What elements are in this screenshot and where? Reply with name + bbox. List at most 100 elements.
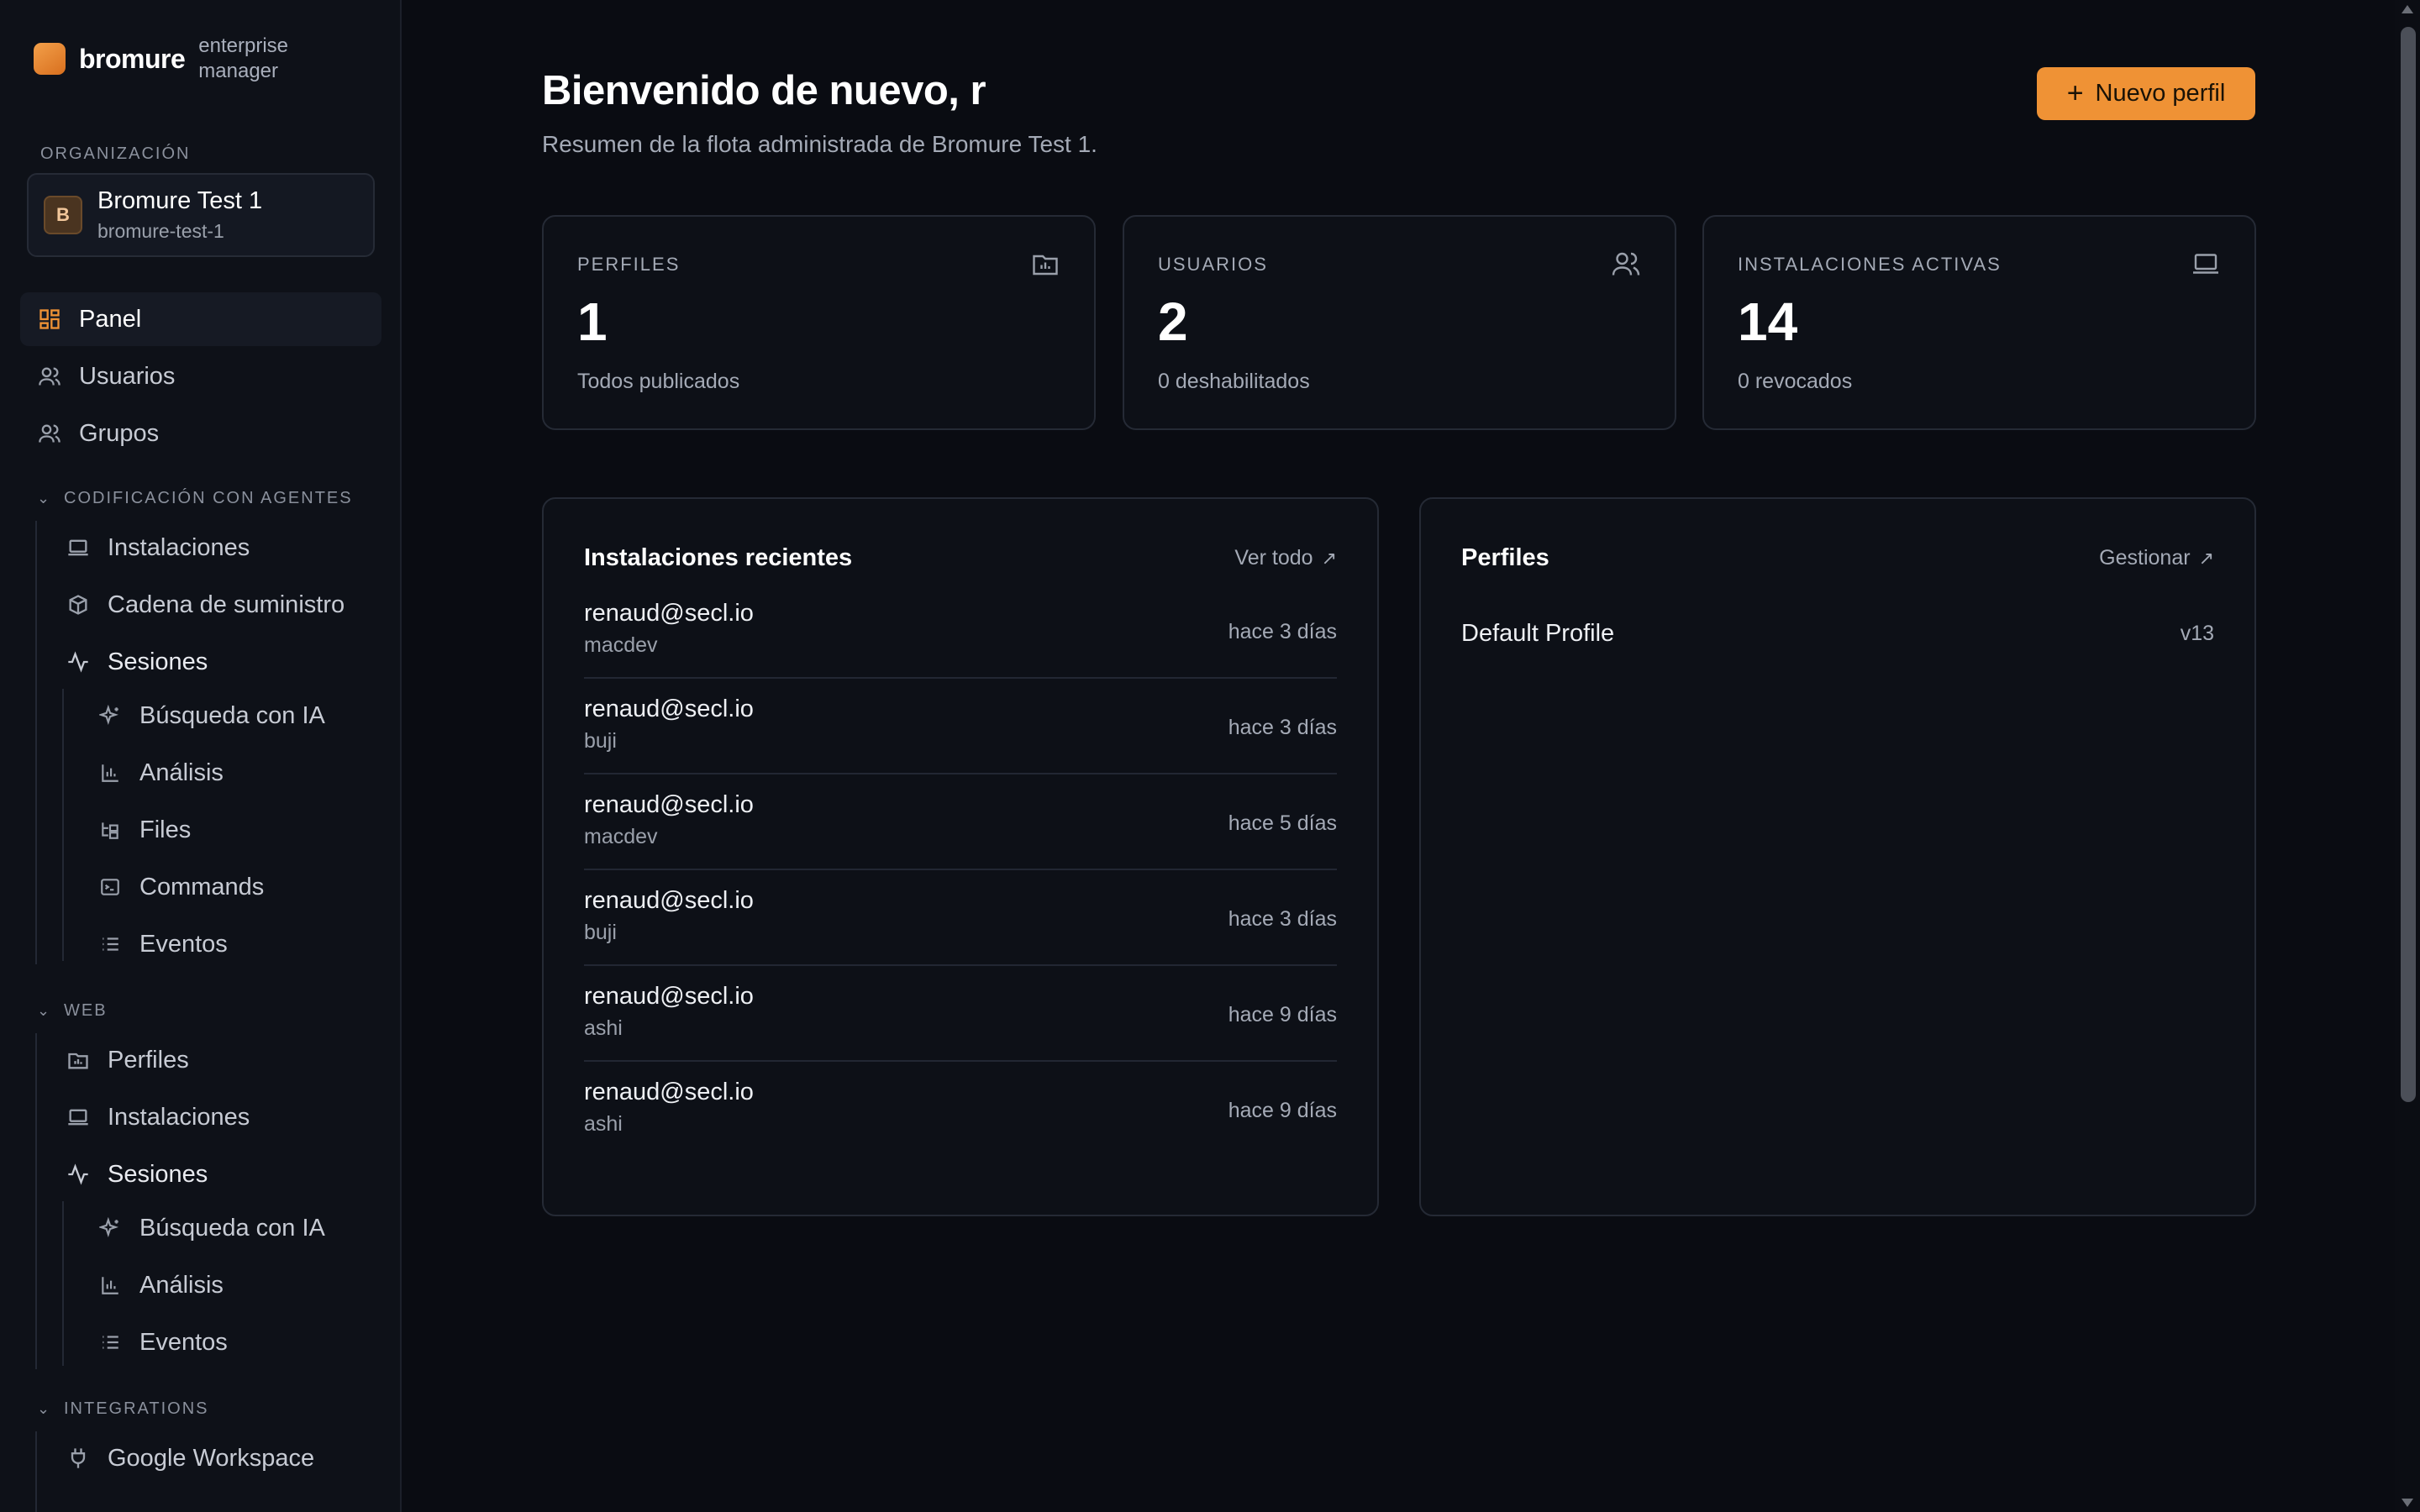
scrollbar-thumb[interactable] — [2401, 27, 2416, 1102]
sidebar-item-label: Búsqueda con IA — [139, 1214, 325, 1242]
chevron-down-icon: ⌄ — [37, 1400, 52, 1417]
sidebar-item-web-ai-search[interactable]: Búsqueda con IA — [97, 1201, 325, 1255]
sidebar-item-label: Commands — [139, 873, 265, 900]
install-row[interactable]: renaud@secl.io ashi hace 9 días — [584, 1062, 1337, 1158]
panel-title: Perfiles — [1461, 544, 1549, 571]
profile-name: Default Profile — [1461, 620, 1615, 647]
stat-card-users: USUARIOS 2 0 deshabilitados — [1123, 215, 1676, 430]
stat-value: 2 — [1158, 291, 1188, 352]
organization-switcher[interactable]: B Bromure Test 1 bromure-test-1 — [27, 173, 375, 257]
org-name: Bromure Test 1 — [97, 187, 263, 214]
sidebar-item-label: Grupos — [79, 419, 160, 447]
profile-version: v13 — [2180, 622, 2214, 645]
scroll-up-arrow[interactable] — [2402, 5, 2413, 13]
sidebar-item-label: Sesiones — [108, 1160, 208, 1188]
install-host: macdev — [584, 633, 658, 657]
chevron-down-icon: ⌄ — [37, 1002, 52, 1019]
profile-row[interactable]: Default Profile v13 — [1461, 620, 2214, 662]
arrow-up-right-icon: ↗ — [1321, 547, 1337, 569]
sidebar-item-web-profiles[interactable]: Perfiles — [66, 1033, 189, 1087]
section-rail — [35, 521, 37, 964]
install-email: renaud@secl.io — [584, 600, 754, 627]
recent-installs-panel: Instalaciones recientes Ver todo ↗ renau… — [542, 497, 1379, 1216]
profiles-panel: Perfiles Gestionar ↗ Default Profile v13 — [1419, 497, 2256, 1216]
install-row[interactable]: renaud@secl.io ashi hace 9 días — [584, 966, 1337, 1062]
install-host: ashi — [584, 1016, 623, 1040]
view-all-label: Ver todo — [1234, 546, 1313, 570]
dashboard-icon — [37, 307, 62, 332]
bar-chart-icon — [97, 1273, 123, 1298]
sidebar-item-web-sessions[interactable]: Sesiones — [66, 1147, 208, 1201]
sidebar-item-label: Usuarios — [79, 362, 176, 390]
stat-label: PERFILES — [577, 254, 681, 275]
sidebar-item-agentic-installs[interactable]: Instalaciones — [66, 521, 250, 575]
sidebar-item-web-analytics[interactable]: Análisis — [97, 1258, 224, 1312]
brand-subtitle: enterprise manager — [198, 34, 289, 82]
install-row[interactable]: renaud@secl.io macdev hace 3 días — [584, 583, 1337, 679]
new-profile-button[interactable]: + Nuevo perfil — [2037, 67, 2255, 120]
new-profile-label: Nuevo perfil — [2095, 80, 2226, 107]
install-host: buji — [584, 729, 617, 753]
install-email: renaud@secl.io — [584, 887, 754, 914]
stat-note: 0 revocados — [1738, 370, 1853, 393]
sidebar-item-label: Búsqueda con IA — [139, 701, 325, 729]
section-integrations[interactable]: ⌄ INTEGRATIONS — [37, 1399, 209, 1419]
sidebar-item-groups[interactable]: Grupos — [37, 407, 159, 460]
manage-link[interactable]: Gestionar ↗ — [2099, 546, 2214, 570]
sidebar-item-panel[interactable]: Panel — [20, 292, 381, 346]
section-web[interactable]: ⌄ WEB — [37, 1001, 108, 1021]
stat-label: INSTALACIONES ACTIVAS — [1738, 254, 2002, 275]
organization-section-label: ORGANIZACIÓN — [40, 144, 191, 163]
install-host: macdev — [584, 825, 658, 848]
view-all-link[interactable]: Ver todo ↗ — [1234, 546, 1337, 570]
laptop-icon — [66, 1105, 91, 1130]
activity-icon — [66, 649, 91, 675]
terminal-icon — [97, 874, 123, 900]
sidebar-item-google-workspace[interactable]: Google Workspace — [66, 1431, 314, 1485]
plus-icon: + — [2066, 77, 2084, 109]
sidebar-item-web-installs[interactable]: Instalaciones — [66, 1090, 250, 1144]
install-email: renaud@secl.io — [584, 696, 754, 722]
section-rail — [35, 1033, 37, 1369]
org-slug: bromure-test-1 — [97, 220, 224, 242]
sparkles-icon — [97, 703, 123, 728]
install-row[interactable]: renaud@secl.io buji hace 3 días — [584, 870, 1337, 966]
sidebar-item-label: Perfiles — [108, 1046, 189, 1074]
install-email: renaud@secl.io — [584, 791, 754, 818]
install-email: renaud@secl.io — [584, 983, 754, 1010]
activity-icon — [66, 1162, 91, 1187]
page-title: Bienvenido de nuevo, r — [542, 68, 986, 113]
sidebar-item-files[interactable]: Files — [97, 803, 191, 857]
sidebar-item-commands[interactable]: Commands — [97, 860, 264, 914]
sidebar-item-label: Panel — [79, 305, 142, 333]
sidebar-item-agentic-ai-search[interactable]: Búsqueda con IA — [97, 689, 325, 743]
sidebar-item-agentic-sessions[interactable]: Sesiones — [66, 635, 208, 689]
sidebar: bromure enterprise manager ORGANIZACIÓN … — [0, 0, 402, 1512]
stat-note: 0 deshabilitados — [1158, 370, 1310, 393]
scrollbar[interactable] — [2395, 0, 2420, 1512]
users-icon — [37, 364, 62, 389]
install-row[interactable]: renaud@secl.io macdev hace 5 días — [584, 774, 1337, 870]
sidebar-item-label: Instalaciones — [108, 533, 250, 561]
section-agentic-coding[interactable]: ⌄ CODIFICACIÓN CON AGENTES — [37, 489, 353, 508]
sidebar-item-agentic-analytics[interactable]: Análisis — [97, 746, 224, 800]
install-row[interactable]: renaud@secl.io buji hace 3 días — [584, 679, 1337, 774]
arrow-up-right-icon: ↗ — [2198, 547, 2214, 569]
org-avatar: B — [44, 196, 82, 234]
plug-icon — [66, 1446, 91, 1471]
brand[interactable]: bromure enterprise manager — [34, 34, 308, 84]
file-tree-icon — [97, 817, 123, 843]
sparkles-icon — [97, 1215, 123, 1241]
install-host: ashi — [584, 1112, 623, 1136]
sidebar-item-supply-chain[interactable]: Cadena de suministro — [66, 578, 345, 632]
sidebar-item-web-events[interactable]: Eventos — [97, 1315, 228, 1369]
sidebar-item-agentic-events[interactable]: Eventos — [97, 917, 228, 971]
sidebar-item-users[interactable]: Usuarios — [37, 349, 175, 403]
laptop-icon — [66, 535, 91, 560]
sidebar-item-label: Files — [139, 816, 192, 843]
section-label: INTEGRATIONS — [64, 1399, 209, 1418]
section-rail — [35, 1431, 37, 1512]
chevron-down-icon: ⌄ — [37, 490, 52, 507]
scroll-down-arrow[interactable] — [2402, 1499, 2413, 1507]
sidebar-item-label: Eventos — [139, 930, 228, 958]
